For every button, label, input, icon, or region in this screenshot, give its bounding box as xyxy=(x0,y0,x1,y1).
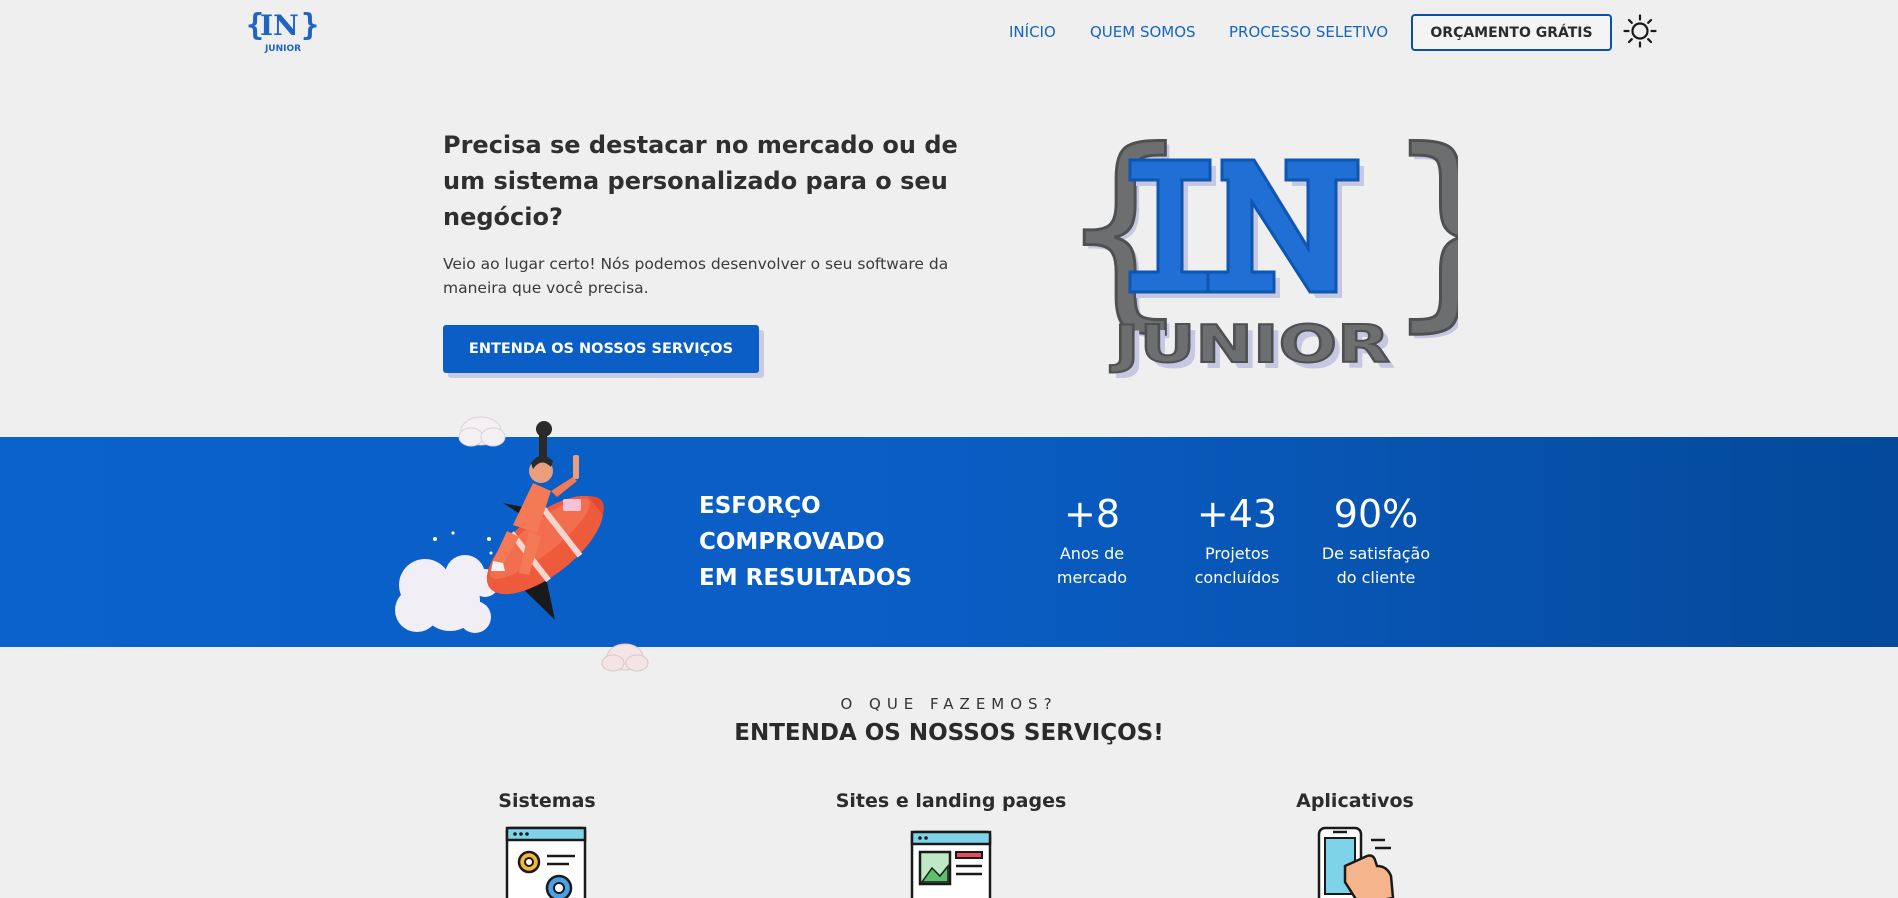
system-gears-icon xyxy=(505,826,589,898)
stat-satisfaction: 90% De satisfação do cliente xyxy=(1316,488,1436,590)
stat-value: 90% xyxy=(1333,492,1419,536)
nav-link-processo-seletivo[interactable]: PROCESSO SELETIVO xyxy=(1229,22,1388,42)
stat-label-line: De satisfação xyxy=(1321,544,1431,563)
service-title-sistemas: Sistemas xyxy=(498,790,596,812)
sun-icon[interactable] xyxy=(1622,13,1658,49)
logo-subtitle: JUNIOR xyxy=(1110,315,1390,375)
hero-title: Precisa se destacar no mercado ou de um … xyxy=(443,131,958,231)
website-icon xyxy=(910,826,994,898)
logo-brace-close: } xyxy=(1384,128,1458,350)
services-eyebrow: O QUE FAZEMOS? xyxy=(840,695,1058,713)
stat-label: De satisfação do cliente xyxy=(1316,542,1436,590)
mobile-app-icon xyxy=(1315,826,1399,898)
stat-label-line: Anos de xyxy=(1059,544,1125,563)
stat-label: Anos de mercado xyxy=(1042,542,1142,590)
stat-value: +8 xyxy=(1063,492,1121,536)
stat-value: +43 xyxy=(1196,492,1278,536)
logo-mark: IN xyxy=(260,9,299,42)
stat-years: +8 Anos de mercado xyxy=(1042,488,1142,590)
results-band xyxy=(0,437,1898,647)
nav-link-inicio[interactable]: INÍCIO xyxy=(1009,22,1056,42)
nav-link-quem-somos[interactable]: QUEM SOMOS xyxy=(1090,22,1196,42)
free-quote-button[interactable]: ORÇAMENTO GRÁTIS xyxy=(1411,14,1612,51)
services-button[interactable]: ENTENDA OS NOSSOS SERVIÇOS xyxy=(443,325,759,373)
services-title: ENTENDA OS NOSSOS SERVIÇOS! xyxy=(734,720,1164,746)
rocket-illustration xyxy=(395,405,665,680)
results-title-line: ESFORÇO xyxy=(699,493,821,519)
logo-subtitle: JUNIOR xyxy=(264,44,302,54)
service-title-sites: Sites e landing pages xyxy=(835,790,1067,812)
results-title: ESFORÇO COMPROVADO EM RESULTADOS xyxy=(699,488,939,596)
stat-label-line: mercado xyxy=(1056,568,1128,587)
stat-label-line: Projetos xyxy=(1204,544,1270,563)
results-title-line: EM RESULTADOS xyxy=(699,565,913,591)
stat-label: Projetos concluídos xyxy=(1182,542,1292,590)
service-title-aplicativos: Aplicativos xyxy=(1296,790,1414,812)
stat-projects: +43 Projetos concluídos xyxy=(1182,488,1292,590)
brand-logo[interactable]: { IN } JUNIOR xyxy=(246,8,320,56)
stat-label-line: do cliente xyxy=(1336,568,1416,587)
results-title-line: COMPROVADO xyxy=(699,529,885,555)
logo-mark xyxy=(1128,158,1364,298)
hero-subtitle: Veio ao lugar certo! Nós podemos desenvo… xyxy=(443,255,949,297)
hero-brand-logo: { { } } JUNIOR JUNIOR xyxy=(1057,104,1522,382)
logo-brace-close: } xyxy=(301,8,320,43)
top-nav: { IN } JUNIOR INÍCIO QUEM SOMOS PROCESSO… xyxy=(0,0,1898,66)
stat-label-line: concluídos xyxy=(1194,568,1280,587)
